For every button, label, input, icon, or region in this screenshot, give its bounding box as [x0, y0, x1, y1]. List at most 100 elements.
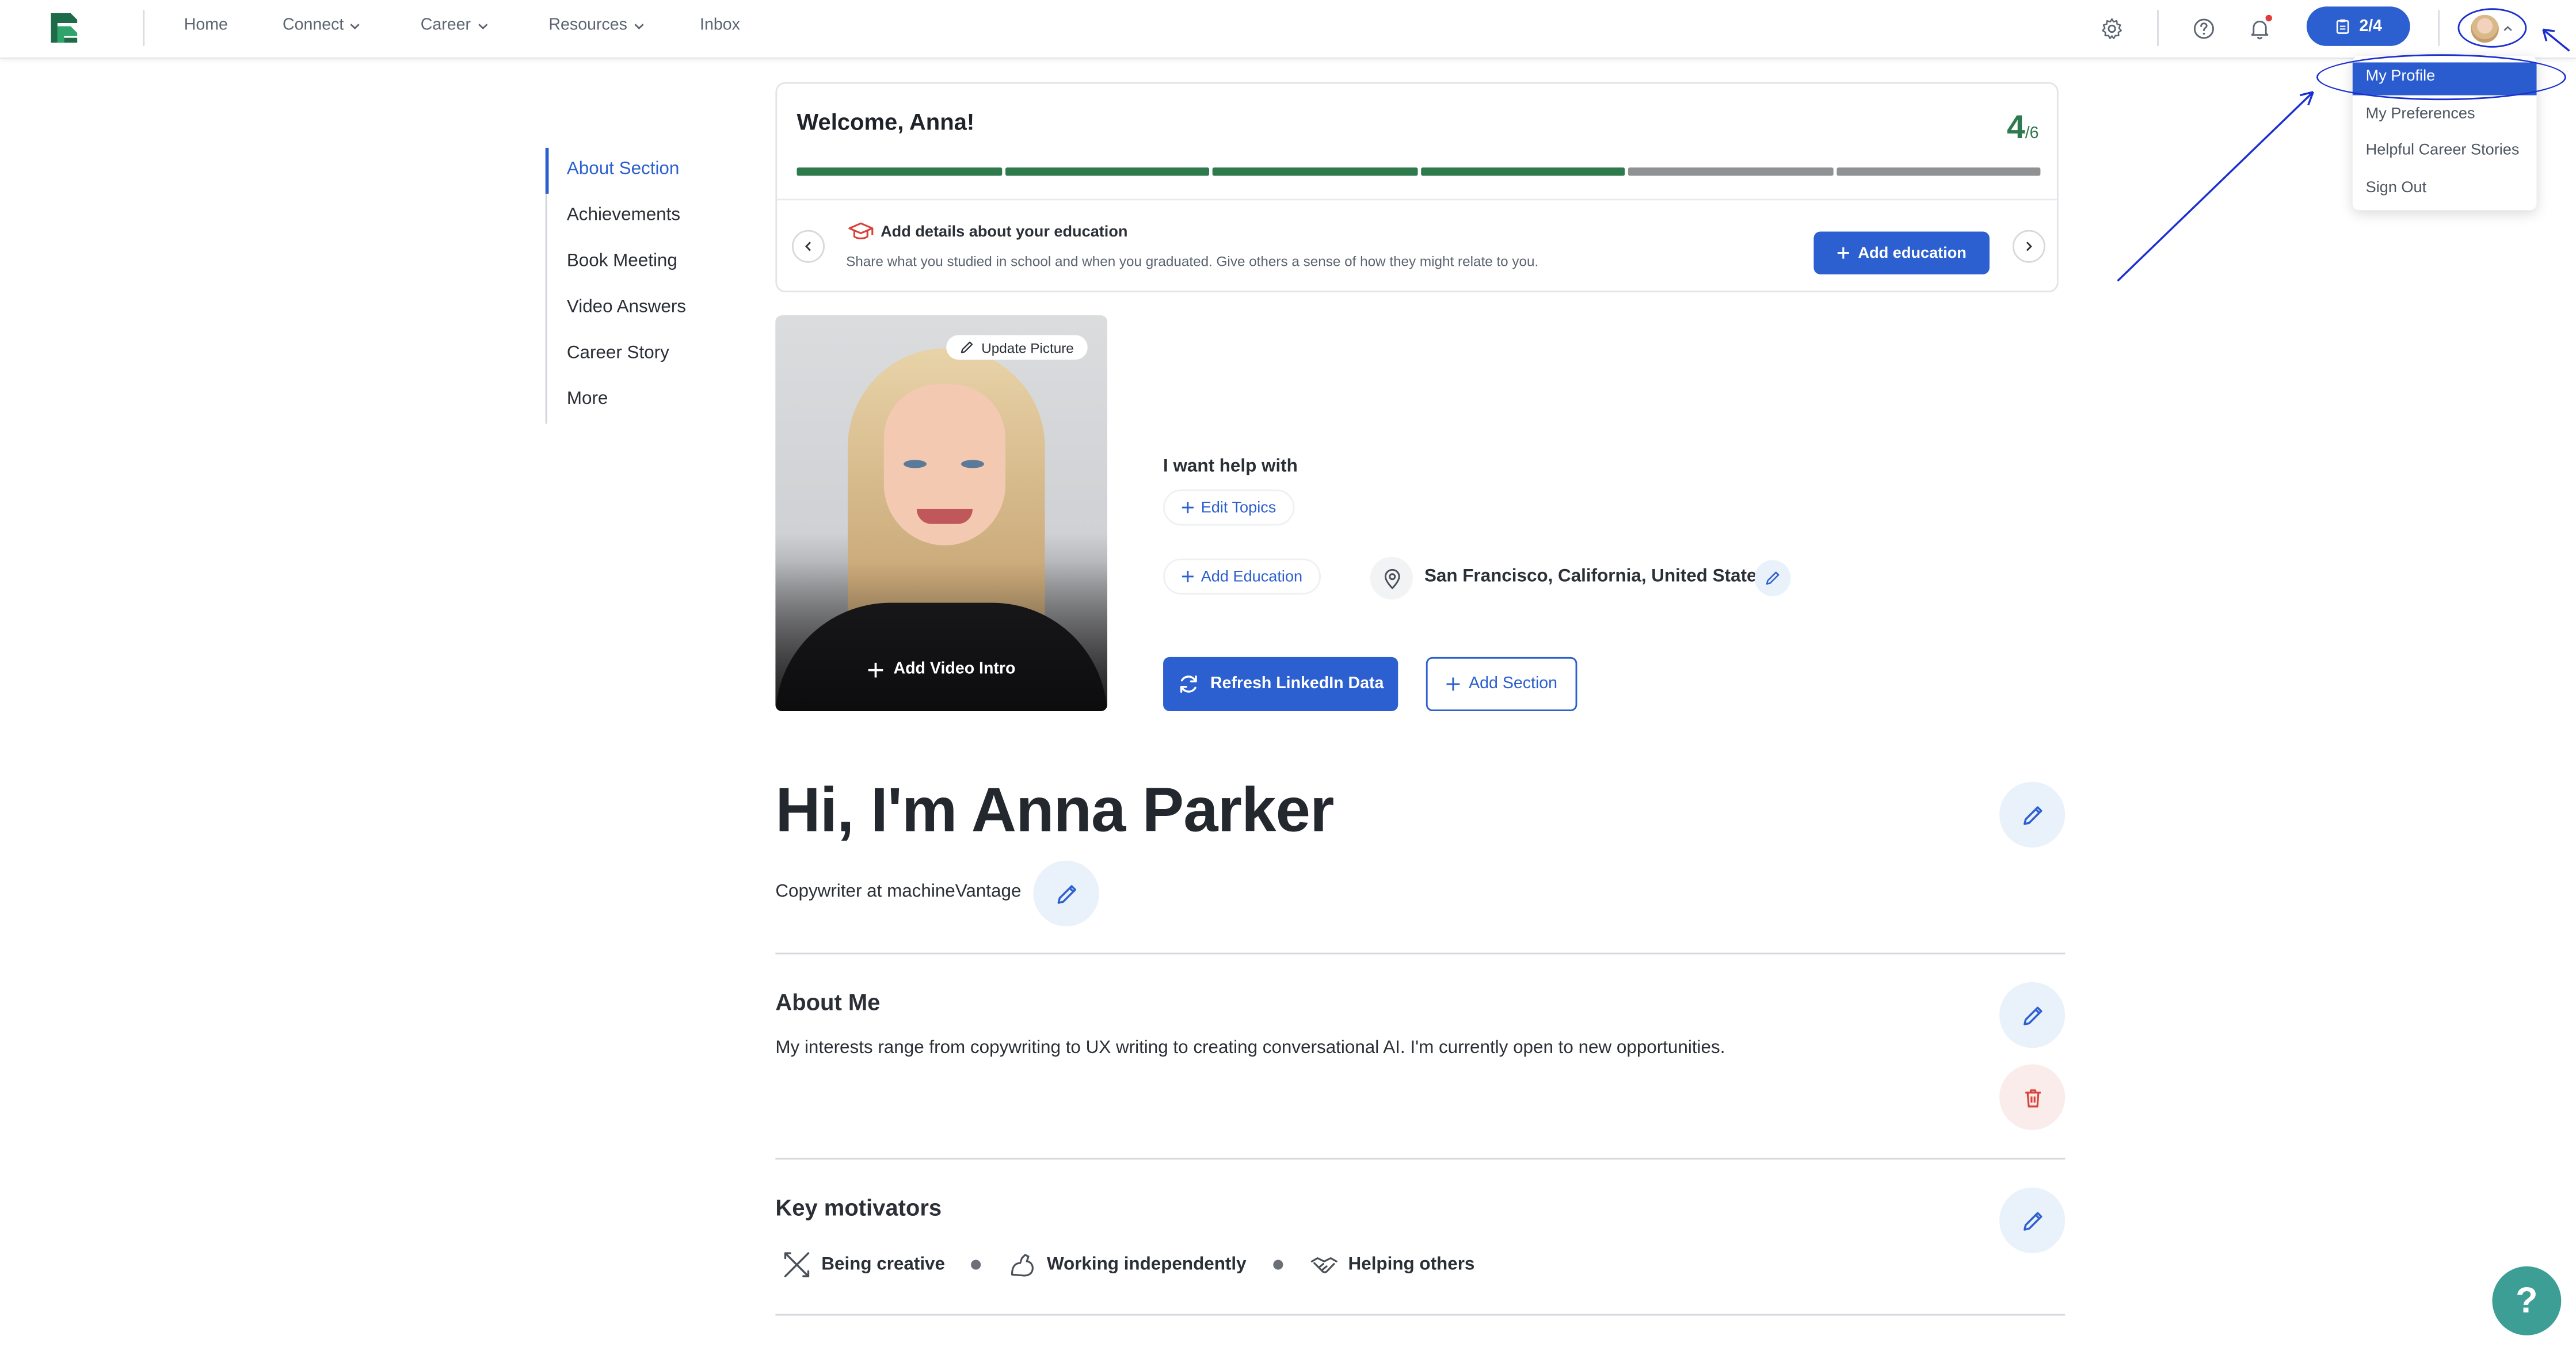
progress-segment: [1836, 167, 2041, 176]
section-link-career-story[interactable]: Career Story: [567, 344, 669, 363]
refresh-linkedin-button[interactable]: Refresh LinkedIn Data: [1163, 657, 1398, 712]
add-education-chip-label: Add Education: [1201, 567, 1303, 586]
next-step-button[interactable]: [2012, 230, 2045, 263]
question-circle-icon: [2193, 18, 2213, 39]
edit-location-button[interactable]: [1754, 560, 1791, 597]
photo-gradient-overlay: [775, 562, 1108, 712]
update-picture-button[interactable]: Update Picture: [946, 335, 1088, 360]
menu-item-helpful-career-stories[interactable]: Helpful Career Stories: [2366, 141, 2520, 159]
menu-item-sign-out[interactable]: Sign Out: [2366, 179, 2427, 197]
active-section-indicator: [545, 147, 549, 194]
add-section-button[interactable]: Add Section: [1426, 657, 1577, 712]
nav-inbox-label: Inbox: [700, 16, 740, 35]
add-education-label: Add education: [1858, 243, 1967, 262]
plus-icon: [868, 662, 883, 677]
edit-motivators-button[interactable]: [1999, 1187, 2066, 1254]
edit-headline-button[interactable]: [1033, 860, 1099, 926]
edit-topics-button[interactable]: Edit Topics: [1163, 489, 1294, 526]
pencil-icon: [2022, 1006, 2042, 1025]
notification-dot: [2265, 14, 2272, 22]
key-motivators-title: Key motivators: [775, 1194, 942, 1220]
edit-about-button[interactable]: [1999, 982, 2066, 1048]
refresh-linkedin-label: Refresh LinkedIn Data: [1210, 675, 1384, 693]
nav-inbox[interactable]: Inbox: [700, 17, 740, 35]
nav-home[interactable]: Home: [184, 17, 228, 35]
nav-divider: [2438, 10, 2440, 46]
crossed-tools-icon: [784, 1252, 810, 1277]
section-link-book-meeting[interactable]: Book Meeting: [567, 251, 677, 271]
add-video-intro-label: Add Video Intro: [893, 660, 1016, 678]
flexed-arm-icon: [1011, 1254, 1034, 1277]
chevron-right-icon: [2026, 242, 2032, 251]
nav-divider: [2157, 10, 2159, 46]
progress-checklist-button[interactable]: 2/4: [2306, 6, 2410, 46]
pencil-icon: [2022, 1211, 2042, 1230]
photo-eye: [904, 460, 927, 468]
top-navigation-bar: Home Connect Career Resources Inbox 2/4: [0, 0, 2576, 59]
nav-home-label: Home: [184, 16, 228, 35]
add-education-button[interactable]: Add education: [1813, 231, 1990, 274]
motivator-label: Being creative: [821, 1254, 945, 1275]
trash-icon: [2024, 1088, 2040, 1107]
motivator-helping-others: Helping others: [1309, 1250, 1474, 1279]
nav-career[interactable]: Career: [421, 17, 489, 35]
section-link-achievements[interactable]: Achievements: [567, 205, 680, 225]
card-divider: [777, 199, 2057, 201]
nav-resources[interactable]: Resources: [548, 17, 645, 35]
profile-photo[interactable]: Update Picture Add Video Intro: [775, 315, 1108, 712]
add-education-chip[interactable]: Add Education: [1163, 558, 1321, 595]
handshake-icon: [1310, 1257, 1337, 1273]
section-divider: [775, 952, 2066, 955]
help-button[interactable]: [2186, 12, 2219, 44]
separator-dot: [971, 1260, 981, 1270]
section-link-video-answers[interactable]: Video Answers: [567, 297, 686, 317]
profile-name-heading: Hi, I'm Anna Parker: [775, 777, 1334, 846]
edit-name-button[interactable]: [1999, 781, 2066, 848]
pencil-icon: [961, 341, 974, 353]
about-me-title: About Me: [775, 989, 881, 1016]
map-pin-icon: [1384, 568, 1400, 589]
chevron-up-icon: [2503, 25, 2512, 30]
nav-connect-label: Connect: [282, 16, 344, 35]
about-me-text: My interests range from copywriting to U…: [775, 1038, 1725, 1058]
delete-about-button[interactable]: [1999, 1064, 2066, 1130]
section-link-more[interactable]: More: [567, 390, 608, 409]
add-video-intro-button[interactable]: Add Video Intro: [775, 661, 1107, 678]
update-picture-label: Update Picture: [981, 339, 1074, 356]
progress-segment: [1212, 167, 1417, 176]
onboarding-progress-count: 4/6: [2007, 110, 2039, 148]
profile-menu-button[interactable]: [2457, 8, 2527, 48]
previous-step-button[interactable]: [791, 230, 825, 263]
add-section-label: Add Section: [1469, 675, 1558, 693]
edit-topics-label: Edit Topics: [1201, 498, 1276, 517]
progress-badge-label: 2/4: [2359, 17, 2383, 36]
section-link-about[interactable]: About Section: [567, 159, 680, 179]
plus-icon: [1182, 570, 1194, 582]
app-logo[interactable]: [48, 10, 81, 46]
chevron-down-icon: [634, 22, 644, 29]
settings-button[interactable]: [2095, 12, 2128, 44]
photo-mouth: [916, 509, 973, 524]
education-step-title: Add details about your education: [881, 223, 1128, 242]
motivator-being-creative: Being creative: [782, 1250, 945, 1279]
notifications-button[interactable]: [2243, 12, 2276, 44]
location-text: San Francisco, California, United States: [1424, 566, 1767, 587]
annotation-ellipse: [2316, 54, 2566, 101]
gear-icon: [2101, 17, 2121, 39]
motivator-working-independently: Working independently: [1007, 1250, 1247, 1279]
chevron-down-icon: [477, 22, 487, 29]
progress-segment: [1628, 167, 1833, 176]
section-divider: [775, 1158, 2066, 1160]
menu-item-my-preferences[interactable]: My Preferences: [2366, 105, 2475, 123]
user-avatar: [2471, 14, 2499, 42]
progress-total: /6: [2025, 124, 2039, 143]
motivator-label: Helping others: [1348, 1254, 1475, 1275]
nav-connect[interactable]: Connect: [283, 17, 362, 35]
welcome-title: Welcome, Anna!: [797, 108, 975, 135]
nav-divider: [143, 10, 145, 46]
location-badge: [1370, 556, 1413, 600]
refresh-icon: [1180, 675, 1196, 693]
plus-icon: [1446, 677, 1460, 691]
help-chat-button[interactable]: ?: [2492, 1266, 2562, 1335]
nav-resources-label: Resources: [548, 16, 627, 35]
